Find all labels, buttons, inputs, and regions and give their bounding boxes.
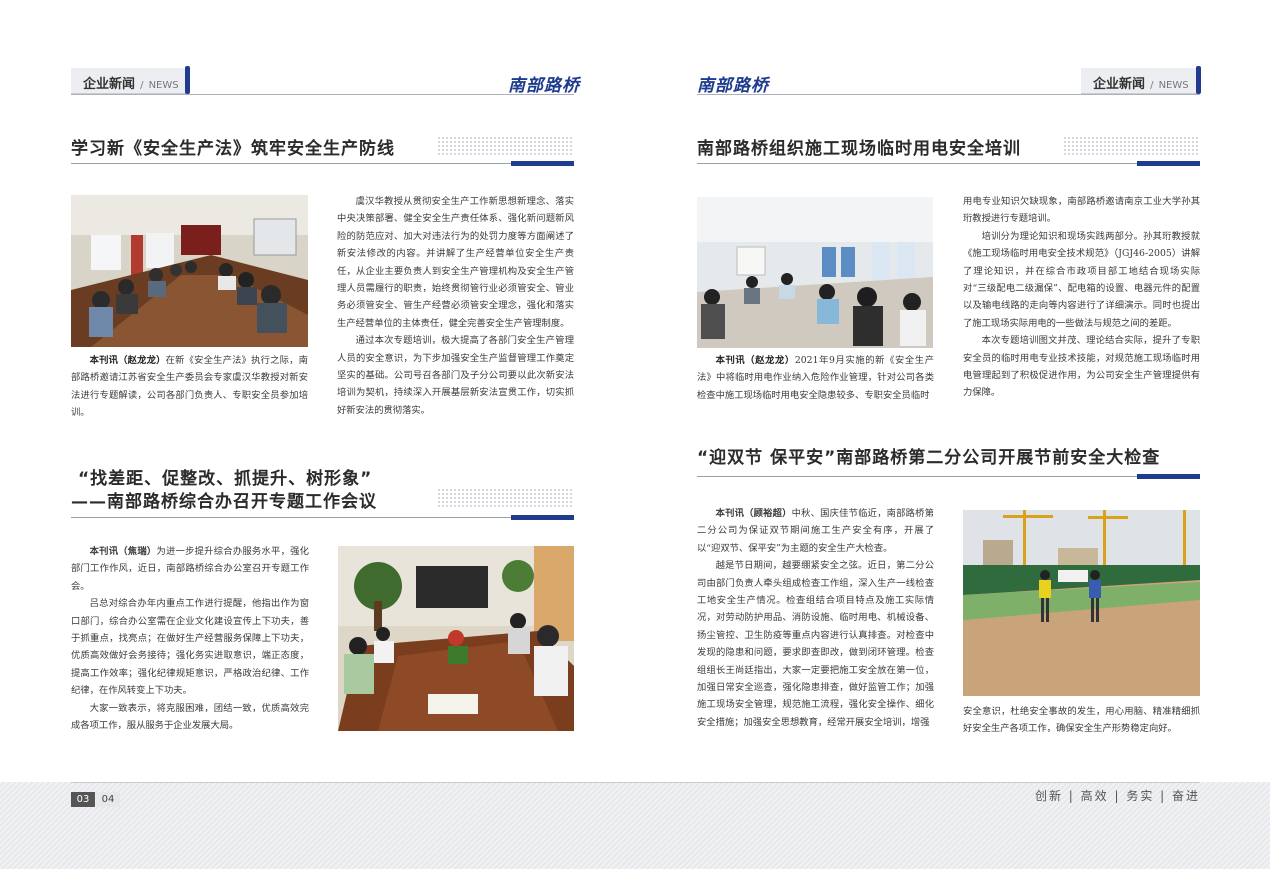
paragraph: 培训分为理论知识和现场实践两部分。孙其珩教授就《施工现场临时用电安全技术规范》（…: [963, 230, 1200, 329]
article-body-office-meeting: 本刊讯（焦瑞）为进一步提升综合办服务水平，强化部门工作作风，近日，南部路桥综合办…: [71, 543, 309, 734]
article-body-safety-law: 虞汉华教授从贯彻安全生产工作新思想新理念、落实中央决策部署、健全安全生产责任体系…: [337, 193, 574, 419]
title-dots-decoration: [1063, 136, 1200, 156]
section-tab-title: 企业新闻: [1093, 77, 1146, 92]
title-rule-accent: [1137, 161, 1200, 166]
article-title-office-meeting-line2: ——南部路桥综合办召开专题工作会议: [71, 492, 377, 512]
article-title-temp-power-training: 南部路桥组织施工现场临时用电安全培训: [697, 139, 1021, 159]
title-rule: [697, 163, 1137, 164]
title-rule: [71, 163, 511, 164]
title-rule-accent: [1137, 474, 1200, 479]
header-rule-left: [71, 94, 574, 95]
paragraph: 吕总对综合办年内重点工作进行提醒，他指出作为窗口部门，综合办公室需在企业文化建设…: [71, 598, 309, 697]
title-rule: [71, 517, 511, 518]
article-title-festival-inspection: “迎双节 保平安”南部路桥第二分公司开展节前安全大检查: [697, 448, 1161, 468]
article-body-festival-inspection: 本刊讯（顾裕超）中秋、国庆佳节临近，南部路桥第二分公司为保证双节期间施工生产安全…: [697, 505, 934, 731]
page-number-left: 03: [71, 792, 95, 807]
title-dots-decoration: [437, 136, 574, 156]
section-tab-accent: [1196, 66, 1201, 94]
section-tab-title: 企业新闻: [83, 77, 136, 92]
section-tab-accent: [185, 66, 190, 94]
para-lead: 本刊讯（焦瑞）: [89, 546, 157, 557]
brand-logo-right: 南部路桥: [697, 76, 769, 96]
title-dots-decoration: [437, 488, 574, 508]
title-rule: [697, 476, 1137, 477]
header-rule-right: [697, 94, 1200, 95]
photo-office-meeting: [338, 546, 574, 731]
section-tab-separator: /: [140, 80, 144, 91]
article-body-temp-power: 用电专业知识欠缺现象，南部路桥邀请南京工业大学孙其珩教授进行专题培训。 培训分为…: [963, 193, 1200, 402]
caption-lead: 本刊讯（赵龙龙）: [89, 355, 166, 366]
section-tab-right: 企业新闻 / NEWS: [1081, 66, 1201, 94]
section-tab-english: NEWS: [148, 80, 179, 91]
photo-caption-safety-law: 本刊讯（赵龙龙）在新《安全生产法》执行之际，南部路桥邀请江苏省安全生产委员会专家…: [71, 352, 308, 422]
article-body-festival-inspection-cont: 安全意识，杜绝安全事故的发生，用心用脑、精准精细抓好安全生产各项工作，确保安全生…: [963, 703, 1200, 738]
page-number-right: 04: [96, 792, 120, 807]
paragraph: 通过本次专题培训，极大提高了各部门安全生产管理人员的安全意识，为下步加强安全生产…: [337, 335, 574, 416]
photo-classroom-training: [697, 197, 933, 348]
photo-training-meeting: [71, 195, 308, 347]
para-lead: 本刊讯（顾裕超）: [715, 508, 792, 519]
paragraph: 虞汉华教授从贯彻安全生产工作新思想新理念、落实中央决策部署、健全安全生产责任体系…: [337, 196, 574, 329]
footer-rule: [71, 782, 1200, 783]
title-rule-accent: [511, 515, 574, 520]
paragraph: 本次专题培训图文并茂、理论结合实际，提升了专职安全员的临时用电专业技术技能，对规…: [963, 335, 1200, 399]
paragraph: 大家一致表示，将克服困难，团结一致，优质高效完成各项工作，服从服务于企业发展大局…: [71, 702, 309, 732]
paragraph: 安全意识，杜绝安全事故的发生，用心用脑、精准精细抓好安全生产各项工作，确保安全生…: [963, 706, 1200, 735]
photo-caption-temp-power: 本刊讯（赵龙龙）2021年9月实施的新《安全生产法》中将临时用电作业纳入危险作业…: [697, 352, 934, 404]
section-tab-left: 企业新闻 / NEWS: [71, 66, 190, 94]
photo-site-inspection: [963, 510, 1200, 696]
article-title-office-meeting-line1: “找差距、促整改、抓提升、树形象”: [78, 469, 373, 489]
title-rule-accent: [511, 161, 574, 166]
article-title-safety-law: 学习新《安全生产法》筑牢安全生产防线: [71, 139, 395, 159]
paragraph: 越是节日期间，越要绷紧安全之弦。近日，第二分公司由部门负责人牵头组成检查工作组，…: [697, 560, 934, 728]
footer-slogan: 创新 | 高效 | 务实 | 奋进: [1034, 789, 1200, 803]
caption-lead: 本刊讯（赵龙龙）: [715, 355, 795, 366]
brand-logo-left: 南部路桥: [508, 76, 580, 96]
section-tab-english: NEWS: [1158, 80, 1189, 91]
section-tab-separator: /: [1150, 80, 1154, 91]
paragraph: 用电专业知识欠缺现象，南部路桥邀请南京工业大学孙其珩教授进行专题培训。: [963, 196, 1200, 225]
